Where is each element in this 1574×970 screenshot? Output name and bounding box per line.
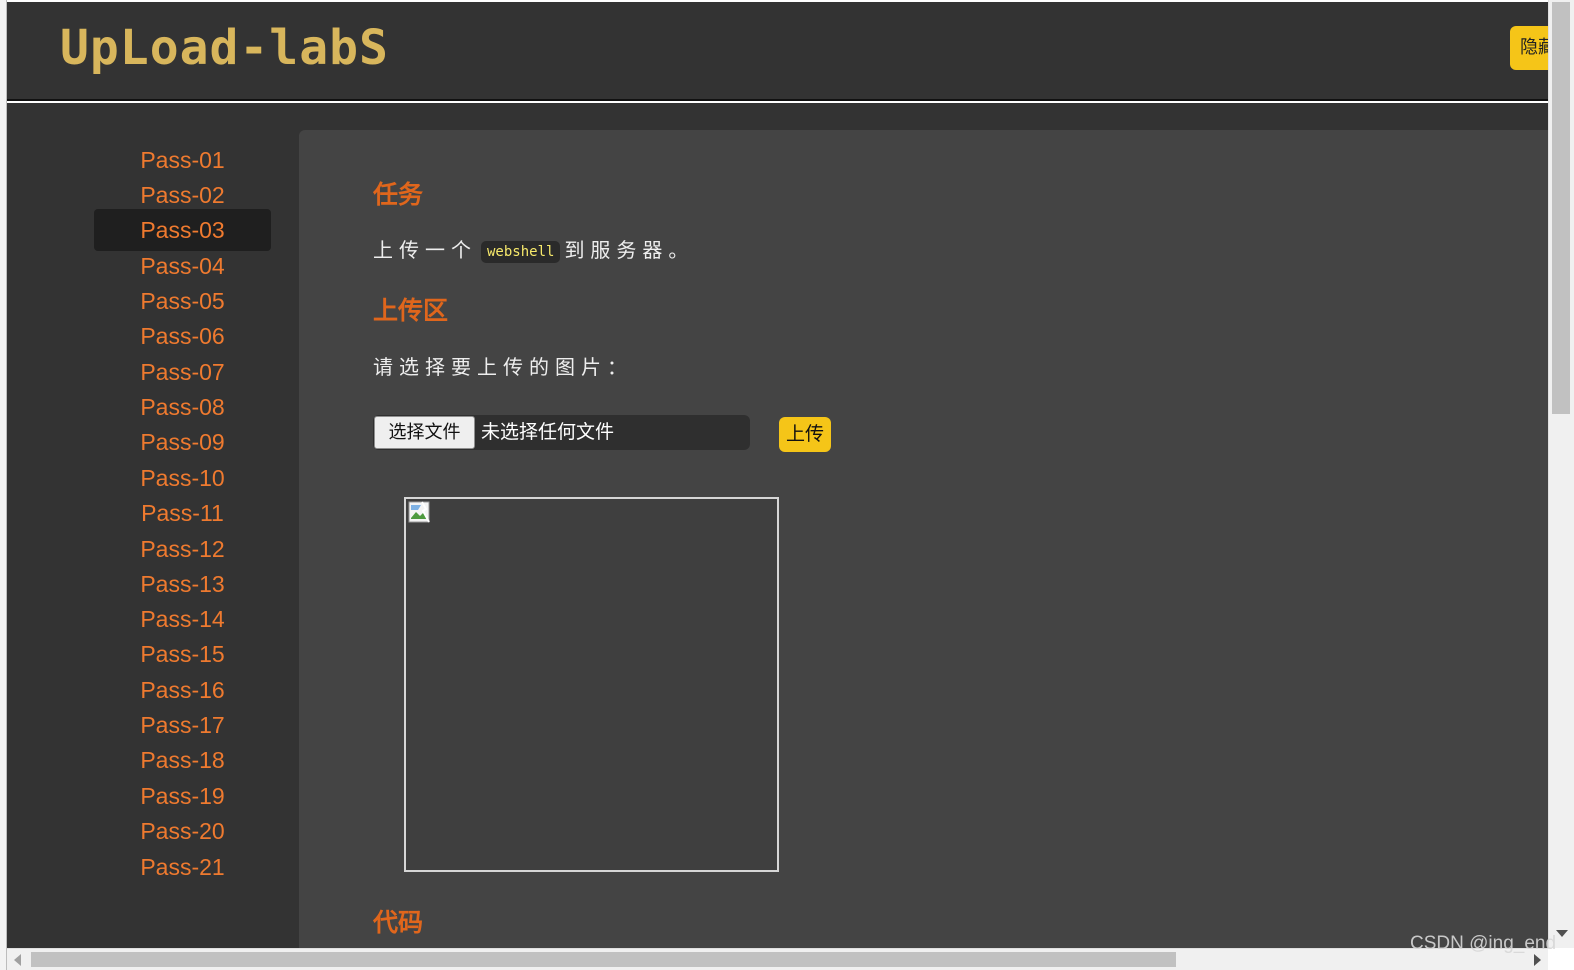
task-text-before: 上传一个 <box>373 238 477 262</box>
browser-viewport: UpLoad-labS 隐藏 Pass-01 Pass-02 Pass-03 Pass… <box>0 0 1574 970</box>
task-heading: 任务 <box>373 180 424 209</box>
upload-button[interactable]: 上传 <box>779 417 831 452</box>
upload-prompt: 请选择要上传的图片： <box>373 355 633 379</box>
code-heading: 代码 <box>373 908 424 937</box>
window-left-edge <box>0 0 7 970</box>
watermark: CSDN @ing_end <box>1410 933 1557 954</box>
scroll-left-arrow-icon[interactable] <box>14 954 21 966</box>
file-status-text: 未选择任何文件 <box>481 421 615 443</box>
image-preview <box>404 497 779 872</box>
page-body: Pass-01 Pass-02 Pass-03 Pass-04 Pass-05 Pass-… <box>7 103 1548 948</box>
page-header: UpLoad-labS 隐藏 <box>7 2 1556 101</box>
file-input[interactable]: 选择文件 未选择任何文件 <box>373 415 750 450</box>
site-logo[interactable]: UpLoad-labS <box>60 18 389 78</box>
broken-image-icon <box>408 501 430 523</box>
upload-heading: 上传区 <box>373 296 449 325</box>
horizontal-scrollbar-thumb[interactable] <box>31 952 1176 967</box>
vertical-scrollbar-thumb[interactable] <box>1552 2 1570 414</box>
main-content: 任务 上传一个 webshell 到服务器。 上传区 请选择要上传的图片： 选择文件… <box>299 130 1548 948</box>
sidebar-nav: Pass-01 Pass-02 Pass-03 Pass-04 Pass-05 Pass-… <box>7 103 298 948</box>
task-description: 上传一个 webshell 到服务器。 <box>373 234 694 263</box>
vertical-scrollbar[interactable] <box>1548 0 1574 948</box>
scroll-right-arrow-icon[interactable] <box>1534 954 1541 966</box>
choose-file-button[interactable]: 选择文件 <box>374 416 475 449</box>
task-text-after: 到服务器。 <box>564 238 695 262</box>
webshell-code: webshell <box>481 240 561 263</box>
sidebar-item-pass-21[interactable]: Pass-21 <box>94 846 271 888</box>
horizontal-scrollbar[interactable] <box>7 948 1548 970</box>
scroll-down-arrow-icon[interactable] <box>1556 930 1568 937</box>
